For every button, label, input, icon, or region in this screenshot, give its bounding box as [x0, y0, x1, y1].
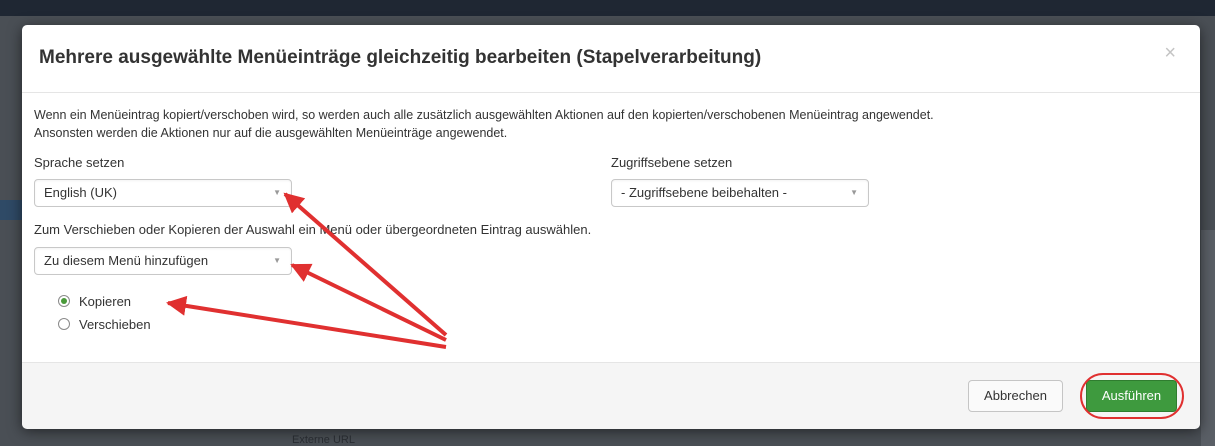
annotation-arrows	[166, 192, 448, 349]
annotation-arrow-language	[283, 192, 448, 337]
annotation-arrow-menu	[290, 263, 447, 342]
annotation-arrow-copy	[166, 295, 447, 349]
